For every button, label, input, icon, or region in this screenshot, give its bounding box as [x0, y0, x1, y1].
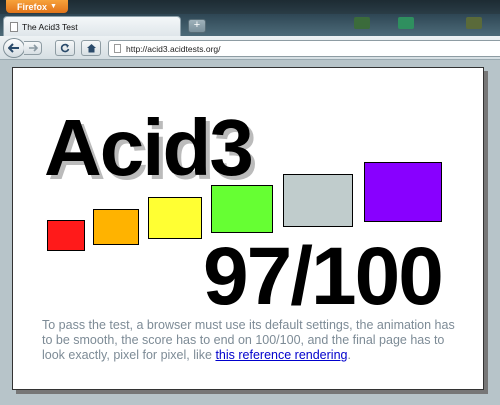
test-box-1 — [47, 220, 85, 251]
page-title: Acid3 — [44, 103, 254, 192]
new-tab-button[interactable]: + — [188, 19, 206, 33]
test-instructions: To pass the test, a browser must use its… — [42, 318, 462, 363]
url-text: http://acid3.acidtests.org/ — [126, 43, 221, 54]
test-box-3 — [148, 197, 202, 239]
forward-arrow-icon — [28, 44, 38, 52]
test-box-4 — [211, 185, 273, 233]
tab-acid3[interactable]: The Acid3 Test — [3, 16, 181, 36]
page-favicon-icon — [10, 21, 18, 32]
test-box-5 — [283, 174, 353, 227]
score-display: 97/100 — [203, 231, 444, 322]
test-box-2 — [93, 209, 139, 245]
reload-icon — [60, 43, 70, 53]
firefox-menu-label: Firefox — [17, 1, 48, 12]
acid3-page: Acid3 97/100 To pass the test, a browser… — [12, 67, 484, 390]
toolbar-decoration-icon — [466, 17, 482, 29]
reload-button[interactable] — [55, 40, 75, 56]
instructions-end: . — [347, 348, 351, 362]
forward-button[interactable] — [24, 41, 42, 55]
home-icon — [86, 44, 96, 53]
address-bar[interactable]: http://acid3.acidtests.org/ — [108, 40, 500, 57]
toolbar-decoration-icon — [398, 17, 414, 29]
back-button[interactable] — [3, 38, 25, 58]
tab-strip: The Acid3 Test + — [0, 14, 500, 36]
home-button[interactable] — [81, 40, 101, 56]
tab-title: The Acid3 Test — [22, 21, 78, 32]
navigation-toolbar: http://acid3.acidtests.org/ — [0, 36, 500, 60]
page-favicon-icon — [114, 44, 121, 53]
toolbar-decoration-icon — [354, 17, 370, 29]
test-box-6 — [364, 162, 442, 222]
firefox-menu-button[interactable]: Firefox ▼ — [6, 0, 68, 13]
reference-rendering-link[interactable]: this reference rendering — [215, 348, 347, 362]
firefox-dropdown-icon: ▼ — [50, 3, 57, 10]
back-arrow-icon — [8, 43, 19, 53]
